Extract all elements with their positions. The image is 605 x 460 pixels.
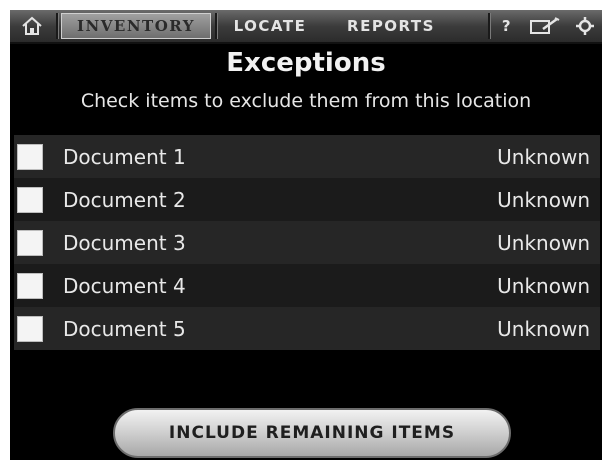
item-name: Document 1 [63, 144, 186, 169]
item-checkbox[interactable] [17, 186, 43, 213]
item-checkbox[interactable] [17, 272, 43, 299]
nav-divider [215, 13, 218, 39]
home-button[interactable] [14, 13, 50, 39]
list-item[interactable]: Document 2 Unknown [14, 178, 600, 221]
item-checkbox[interactable] [17, 143, 43, 170]
home-icon [22, 16, 42, 35]
item-checkbox[interactable] [17, 315, 43, 342]
edit-icon [530, 17, 560, 34]
settings-button[interactable] [570, 13, 600, 39]
item-checkbox[interactable] [17, 229, 43, 256]
include-remaining-items-button[interactable]: INCLUDE REMAINING ITEMS [113, 408, 511, 458]
top-nav-bar: INVENTORY LOCATE REPORTS ? [10, 10, 602, 44]
edit-button[interactable] [524, 13, 566, 39]
settings-icon [576, 17, 594, 35]
device-screen: INVENTORY LOCATE REPORTS ? Exceptions Ch… [10, 10, 602, 460]
item-name: Document 2 [63, 187, 186, 212]
page-instructions: Check items to exclude them from this lo… [80, 90, 532, 112]
item-name: Document 4 [63, 273, 186, 298]
item-status: Unknown [497, 273, 590, 298]
nav-divider [488, 13, 491, 39]
list-item[interactable]: Document 5 Unknown [14, 307, 600, 350]
exceptions-list: Document 1 Unknown Document 2 Unknown Do… [14, 135, 600, 350]
tab-reports[interactable]: REPORTS [332, 13, 450, 39]
tab-inventory[interactable]: INVENTORY [61, 13, 211, 39]
item-status: Unknown [497, 187, 590, 212]
item-status: Unknown [497, 316, 590, 341]
nav-divider [56, 13, 59, 39]
list-item[interactable]: Document 3 Unknown [14, 221, 600, 264]
item-name: Document 3 [63, 230, 186, 255]
list-item[interactable]: Document 4 Unknown [14, 264, 600, 307]
item-name: Document 5 [63, 316, 186, 341]
help-button[interactable]: ? [494, 13, 520, 39]
tab-locate[interactable]: LOCATE [220, 13, 320, 39]
item-status: Unknown [497, 230, 590, 255]
page-title: Exceptions [226, 48, 386, 78]
list-item[interactable]: Document 1 Unknown [14, 135, 600, 178]
item-status: Unknown [497, 144, 590, 169]
